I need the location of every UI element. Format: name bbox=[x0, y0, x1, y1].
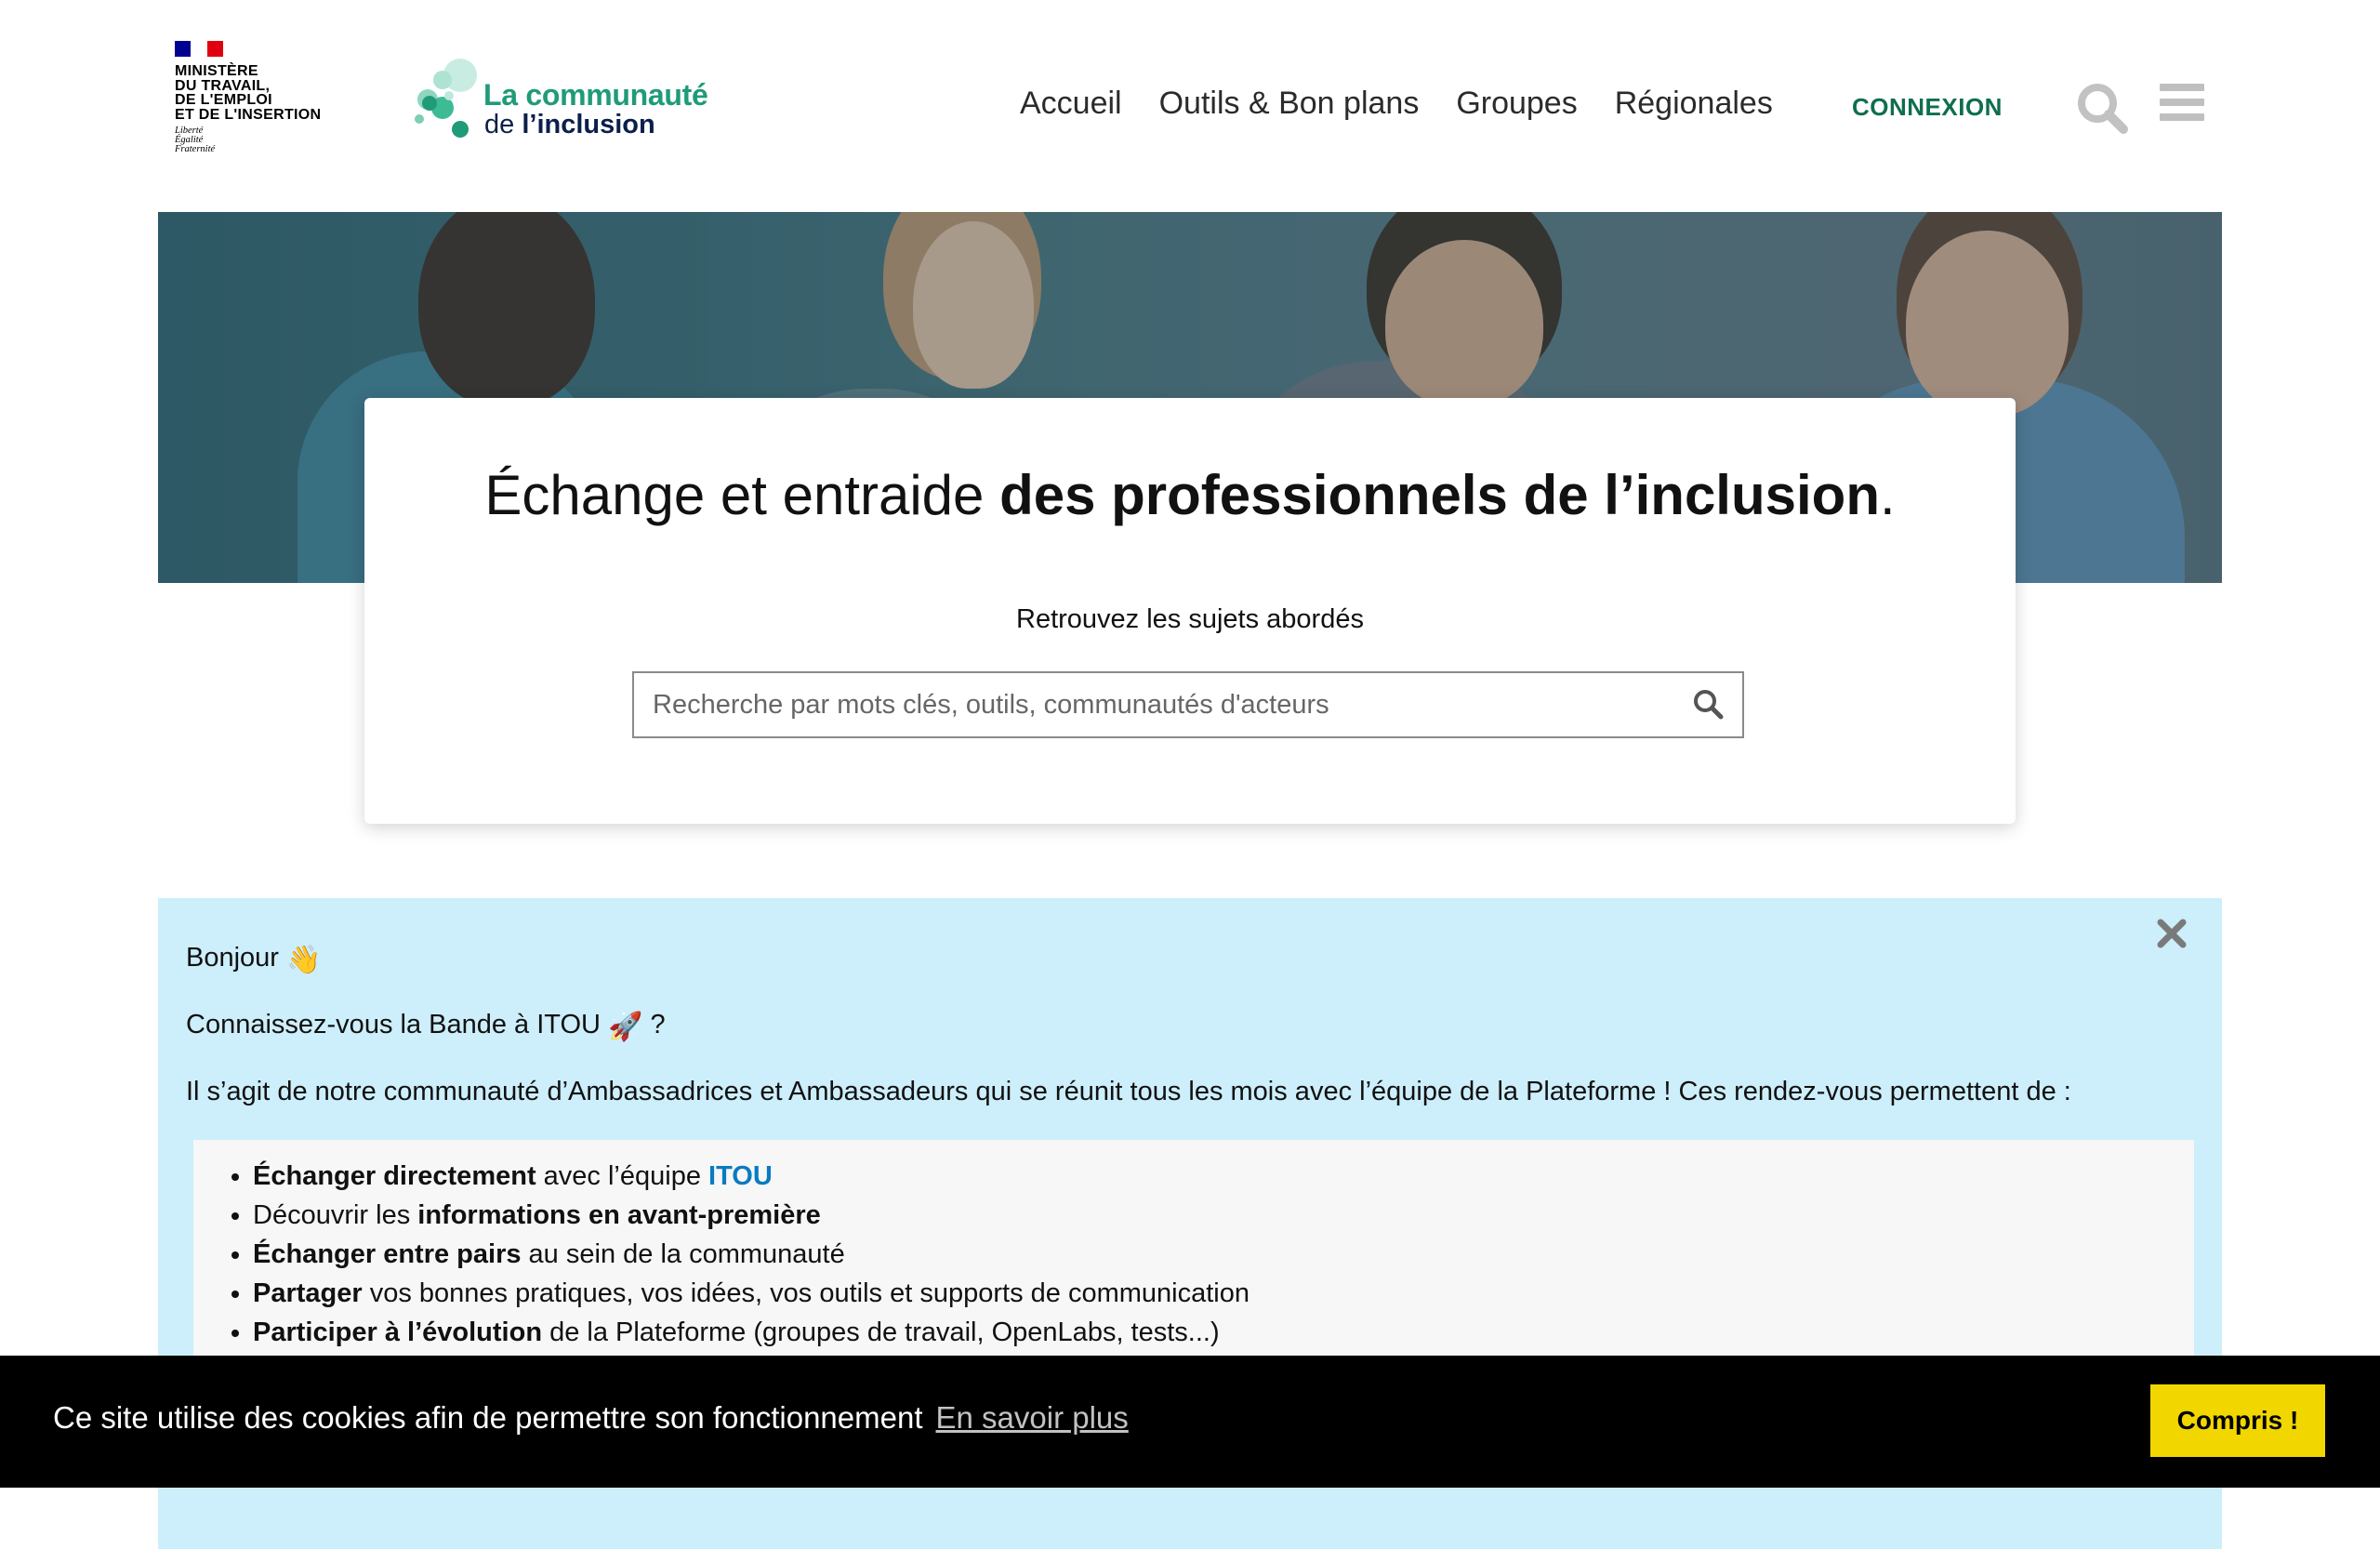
site-logo[interactable]: La communauté de l’inclusion bbox=[412, 56, 728, 144]
nav-item-accueil[interactable]: Accueil bbox=[1020, 86, 1122, 122]
hamburger-menu-icon[interactable] bbox=[2160, 84, 2204, 128]
search-card: Échange et entraide des professionnels d… bbox=[364, 398, 2016, 824]
question-text: Connaissez-vous la Bande à ITOU 🚀 ? bbox=[186, 1010, 666, 1042]
intro-text: Il s’agit de notre communauté d’Ambassad… bbox=[186, 1077, 2071, 1106]
list-item: Partager vos bonnes pratiques, vos idées… bbox=[253, 1274, 2194, 1313]
ministry-name: MINISTÈRE DU TRAVAIL, DE L'EMPLOI ET DE … bbox=[175, 63, 322, 123]
list-item: Échanger entre pairs au sein de la commu… bbox=[253, 1235, 2194, 1274]
republic-motto: Liberté Égalité Fraternité bbox=[175, 126, 216, 154]
nav-item-regionales[interactable]: Régionales bbox=[1615, 86, 1773, 122]
list-item: Participer à l’évolution de la Plateform… bbox=[253, 1313, 2194, 1352]
french-flag-icon bbox=[175, 41, 223, 57]
nav-item-outils-bon-plans[interactable]: Outils & Bon plans bbox=[1159, 86, 1420, 122]
nav-item-groupes[interactable]: Groupes bbox=[1456, 86, 1577, 122]
greeting-text: Bonjour 👋 bbox=[186, 943, 322, 975]
search-input[interactable] bbox=[634, 673, 1666, 736]
site-header: MINISTÈRE DU TRAVAIL, DE L'EMPLOI ET DE … bbox=[0, 0, 2380, 212]
search-icon[interactable] bbox=[2076, 82, 2128, 134]
main-navigation: Accueil Outils & Bon plans Groupes Régio… bbox=[1020, 86, 1773, 122]
list-item: Découvrir les informations en avant-prem… bbox=[253, 1196, 2194, 1235]
accept-cookies-button[interactable]: Compris ! bbox=[2150, 1384, 2325, 1457]
rocket-icon: 🚀 bbox=[608, 1012, 643, 1042]
learn-more-link[interactable]: En savoir plus bbox=[936, 1400, 1129, 1435]
close-icon[interactable] bbox=[2153, 915, 2190, 952]
search-label: Retrouvez les sujets abordés bbox=[1016, 604, 1364, 634]
search-box bbox=[632, 671, 1744, 738]
brand-line-1: La communauté bbox=[483, 78, 708, 112]
community-bubbles-icon bbox=[415, 59, 477, 138]
login-button[interactable]: CONNEXION bbox=[1852, 93, 2003, 122]
list-item: Échanger directement avec l’équipe ITOU bbox=[253, 1157, 2194, 1196]
cookie-consent-bar: Ce site utilise des cookies afin de perm… bbox=[0, 1356, 2380, 1488]
waving-hand-icon: 👋 bbox=[286, 945, 322, 975]
itou-link[interactable]: ITOU bbox=[708, 1161, 773, 1191]
cookie-message: Ce site utilise des cookies afin de perm… bbox=[53, 1400, 1129, 1435]
brand-line-2: de l’inclusion bbox=[484, 110, 655, 139]
page-title: Échange et entraide des professionnels d… bbox=[484, 464, 1896, 526]
search-submit-icon[interactable] bbox=[1692, 688, 1726, 722]
government-logo[interactable]: MINISTÈRE DU TRAVAIL, DE L'EMPLOI ET DE … bbox=[175, 41, 351, 154]
